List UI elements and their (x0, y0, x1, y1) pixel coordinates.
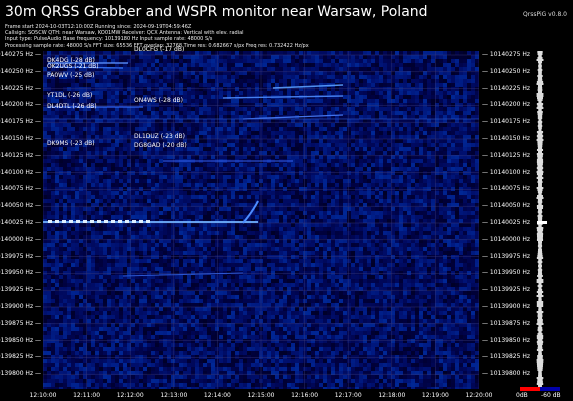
spectrum-scale-min: -60 dB (541, 392, 561, 399)
freq-tick-label: — 10140275 Hz (482, 51, 531, 58)
freq-tick-label: — 10140075 Hz (482, 185, 531, 193)
waterfall-plot (43, 51, 479, 389)
spectrum-scale-max: 0dB (516, 392, 528, 399)
version-label: QrssPiG v0.8.0 (523, 11, 567, 18)
callsign-label: ON4WS (-28 dB) (134, 97, 183, 104)
freq-tick-label: 10140200 Hz — (0, 101, 41, 109)
callsign-label: DL1DUZ (-23 dB) (134, 133, 186, 140)
freq-tick-label: — 10139950 Hz (482, 269, 531, 277)
time-tick-label: 12:12:00 (116, 392, 144, 399)
callsign-label: PA0WV (-25 dB) (47, 72, 95, 79)
freq-tick-label: — 10140175 Hz (482, 118, 531, 126)
time-tick-label: 12:16:00 (291, 392, 319, 399)
freq-tick-label: — 10139850 Hz (482, 336, 531, 344)
freq-tick-label: 10139875 Hz — (0, 319, 41, 327)
freq-tick-label: — 10140150 Hz (482, 135, 531, 142)
time-tick-label: 12:20:00 (465, 392, 493, 399)
freq-tick-label: — 10140000 Hz (482, 235, 531, 243)
time-tick-label: 12:19:00 (421, 392, 449, 399)
freq-tick-label: 10139800 Hz — (0, 370, 41, 378)
freq-tick-label: 10139950 Hz — (0, 269, 41, 277)
time-tick-label: 12:15:00 (247, 392, 275, 399)
time-tick-label: 12:17:00 (334, 392, 362, 399)
freq-tick-label: 10140000 Hz — (0, 235, 41, 243)
freq-tick-label: 10140075 Hz — (0, 185, 41, 193)
callsign-label: DL0CFG (-17 dB) (134, 46, 185, 53)
freq-tick-label: — 10139925 Hz (482, 286, 531, 294)
spectrum-column (536, 51, 547, 389)
freq-tick-label: — 10140050 Hz (482, 202, 531, 210)
page-title: 30m QRSS Grabber and WSPR monitor near W… (5, 4, 428, 20)
freq-tick-label: 10140050 Hz — (0, 202, 41, 210)
freq-tick-label: 10140150 Hz — (0, 135, 41, 142)
freq-tick-label: — 10140225 Hz (482, 84, 531, 92)
freq-tick-label: — 10139875 Hz (482, 319, 531, 327)
freq-tick-label: — 10140250 Hz (482, 67, 531, 75)
freq-tick-label: — 10139800 Hz (482, 370, 531, 378)
freq-tick-label: 10140250 Hz — (0, 67, 41, 75)
time-tick-label: 12:10:00 (29, 392, 57, 399)
freq-tick-label: — 10140200 Hz (482, 101, 531, 109)
callsign-label: DL4DTL (-26 dB) (47, 103, 97, 110)
freq-tick-label: — 10139975 Hz (482, 252, 531, 260)
freq-tick-label: 10140100 Hz — (0, 168, 41, 176)
callsign-label: DK9MS (-23 dB) (47, 140, 95, 147)
spectrum-color-bar (520, 387, 560, 391)
freq-tick-label: 10139975 Hz — (0, 252, 41, 260)
time-tick-label: 12:14:00 (203, 392, 231, 399)
freq-tick-label: 10140175 Hz — (0, 118, 41, 126)
freq-tick-label: 10140225 Hz — (0, 84, 41, 92)
freq-tick-label: — 10140025 Hz (482, 219, 531, 226)
freq-tick-label: 10139825 Hz — (0, 353, 41, 361)
freq-tick-label: — 10140125 Hz (482, 151, 531, 159)
callsign-label: YT1DL (-26 dB) (47, 92, 93, 99)
freq-tick-label: 10139925 Hz — (0, 286, 41, 294)
freq-tick-label: — 10139825 Hz (482, 353, 531, 361)
callsign-label: DG8GAD (-20 dB) (134, 142, 187, 149)
freq-tick-label: 10140275 Hz — (0, 51, 41, 58)
time-tick-label: 12:18:00 (378, 392, 406, 399)
time-tick-label: 12:11:00 (73, 392, 101, 399)
freq-tick-label: 10139900 Hz — (0, 303, 41, 310)
freq-tick-label: — 10139900 Hz (482, 303, 531, 310)
freq-tick-label: 10140125 Hz — (0, 151, 41, 159)
freq-tick-label: 10140025 Hz — (0, 219, 41, 226)
callsign-label: OK2UGS (-21 dB) (47, 63, 99, 70)
time-tick-label: 12:13:00 (160, 392, 188, 399)
freq-tick-label: 10139850 Hz — (0, 336, 41, 344)
freq-tick-label: — 10140100 Hz (482, 168, 531, 176)
